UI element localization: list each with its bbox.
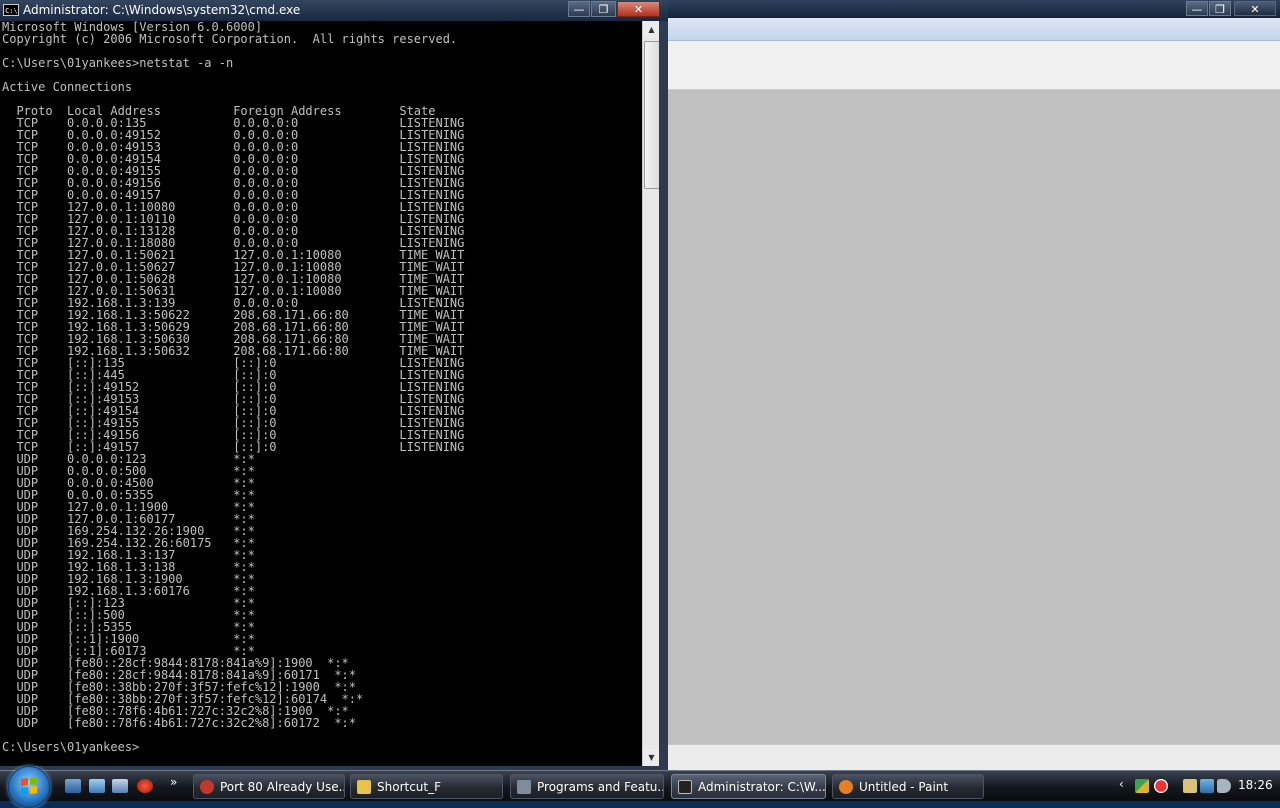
task-label: Administrator: C:\W... — [698, 780, 826, 794]
paint-toolbar[interactable] — [668, 41, 1280, 90]
scroll-down-arrow-icon[interactable]: ▼ — [643, 749, 660, 766]
taskbar-item-port80[interactable]: Port 80 Already Use... — [193, 774, 345, 799]
cmd-maximize-button[interactable]: ❐ — [591, 1, 616, 17]
scrollbar-thumb[interactable] — [644, 41, 660, 189]
cmd-titlebar[interactable]: C:\. Administrator: C:\Windows\system32\… — [0, 0, 668, 22]
volume-icon[interactable] — [1217, 779, 1231, 793]
windows-logo-icon — [21, 777, 37, 795]
quicklaunch-chevron-icon[interactable]: » — [170, 775, 177, 789]
paint-window[interactable]: — ❐ ✕ — [668, 0, 1280, 771]
security-alert-icon[interactable] — [1154, 779, 1168, 793]
tray-notification-icon[interactable] — [1183, 779, 1197, 793]
start-button[interactable] — [8, 766, 50, 808]
console-output-area[interactable]: Microsoft Windows [Version 6.0.6000] Copy… — [0, 21, 642, 766]
quicklaunch-opera-icon[interactable] — [137, 779, 153, 793]
quicklaunch-app-icon[interactable] — [112, 779, 128, 793]
paint-maximize-button[interactable]: ❐ — [1209, 1, 1231, 16]
taskbar[interactable]: » Port 80 Already Use... Shortcut_F Prog… — [0, 766, 1280, 808]
task-label: Shortcut_F — [377, 780, 442, 794]
console-text: Microsoft Windows [Version 6.0.6000] Copy… — [0, 21, 642, 753]
console-line: Active Connections — [2, 80, 133, 94]
taskbar-item-cmd[interactable]: Administrator: C:\W... — [671, 774, 826, 799]
task-label: Port 80 Already Use... — [220, 780, 345, 794]
cmd-app-icon[interactable]: C:\. — [3, 4, 19, 16]
console-line: Copyright (c) 2006 Microsoft Corporation… — [2, 32, 458, 46]
cmd-window-frame-right — [659, 21, 668, 770]
taskbar-item-programs-features[interactable]: Programs and Featu... — [510, 774, 664, 799]
cmd-window-title: Administrator: C:\Windows\system32\cmd.e… — [23, 3, 301, 17]
windows-sidebar-icon[interactable] — [1135, 779, 1149, 793]
taskbar-item-paint[interactable]: Untitled - Paint — [832, 774, 984, 799]
folder-icon — [357, 780, 371, 794]
cmd-icon — [678, 780, 692, 794]
switch-windows-icon[interactable] — [89, 779, 105, 793]
paint-minimize-button[interactable]: — — [1186, 1, 1208, 16]
paint-titlebar[interactable]: — ❐ ✕ — [668, 0, 1280, 18]
control-panel-icon — [517, 780, 531, 794]
console-vertical-scrollbar[interactable]: ▲ ▼ — [642, 21, 660, 766]
taskbar-item-shortcut-f[interactable]: Shortcut_F — [350, 774, 503, 799]
console-line: UDP [fe80::78f6:4b61:727c:32c2%8]:60172 … — [2, 716, 357, 730]
paint-menu-bar[interactable] — [668, 18, 1280, 41]
paint-canvas-area[interactable] — [668, 90, 1280, 744]
taskbar-clock[interactable]: 18:26 — [1238, 778, 1273, 792]
cmd-window[interactable]: C:\. Administrator: C:\Windows\system32\… — [0, 0, 668, 770]
paint-icon — [839, 780, 853, 794]
console-line: C:\Users\01yankees> — [2, 740, 140, 754]
tray-expand-chevron-icon[interactable]: ‹ — [1119, 777, 1124, 791]
browser-icon — [200, 780, 214, 794]
cmd-close-button[interactable]: ✕ — [617, 1, 660, 17]
paint-close-button[interactable]: ✕ — [1234, 1, 1276, 16]
console-line: C:\Users\01yankees>netstat -a -n — [2, 56, 234, 70]
task-label: Untitled - Paint — [859, 780, 949, 794]
paint-status-bar — [668, 744, 1280, 771]
show-desktop-icon[interactable] — [65, 779, 81, 793]
task-label: Programs and Featu... — [537, 780, 664, 794]
cmd-minimize-button[interactable]: — — [568, 1, 590, 17]
network-icon[interactable] — [1200, 779, 1214, 793]
scroll-up-arrow-icon[interactable]: ▲ — [643, 21, 660, 38]
